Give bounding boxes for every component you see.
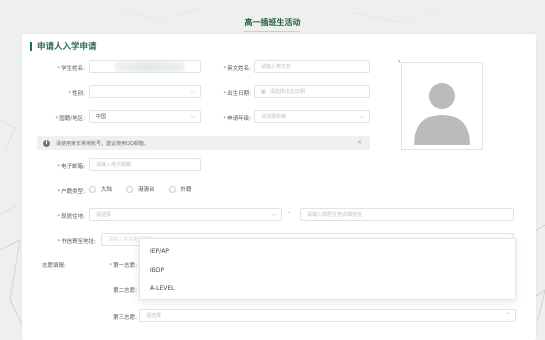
required-mark: * [109, 263, 113, 269]
chevron-down-icon: ⌵ [190, 113, 195, 120]
gender-select[interactable]: ⌵ [89, 85, 201, 98]
nationality-select[interactable]: 中国 ⌵ [89, 110, 201, 123]
photo-upload[interactable] [401, 62, 483, 150]
address-separator: - [288, 209, 291, 216]
pref2-label: 第二志愿: [113, 288, 137, 294]
student-name-label: *学生姓名: [57, 66, 85, 72]
preference-label: 志愿填报: [42, 263, 66, 269]
radio-circle[interactable] [168, 185, 176, 193]
english-name-input[interactable]: 请输入英文名 [254, 60, 370, 73]
chevron-down-icon: ⌵ [190, 88, 195, 95]
calendar-icon: ▦ [261, 88, 266, 95]
pref3-select[interactable]: 请选择 ⌃ [139, 309, 516, 322]
address-label: *现居住地: [57, 214, 85, 220]
required-mark: * [223, 116, 227, 122]
required-mark: * [57, 214, 61, 220]
avatar-placeholder-icon [414, 83, 470, 145]
address-detail-placeholder: 请输入现居住地详细地址 [307, 212, 363, 218]
pref3-label: 第三志愿: [113, 315, 137, 321]
section-accent-bar [30, 41, 32, 51]
dropdown-option-iep-ap[interactable]: IEP/AP [150, 248, 169, 255]
grade-label: *申请年级: [223, 116, 251, 122]
hukou-label: *户籍类型: [57, 189, 85, 195]
radio-circle[interactable] [89, 185, 96, 193]
required-mark: * [57, 66, 61, 72]
required-mark: * [55, 116, 59, 122]
radio-circle[interactable] [126, 185, 134, 193]
hukou-option-foreign[interactable]: 外籍 [168, 185, 192, 193]
birthdate-label: *出生日期: [223, 91, 251, 97]
notice-text: 请使用家长常用账号，建议使用QQ邮箱。 [56, 140, 149, 147]
birthdate-input[interactable]: ▦ 请选择出生日期 [254, 85, 370, 98]
nationality-label: *国籍/地区: [55, 116, 85, 122]
hukou-option-mainland[interactable]: 大陆 [89, 185, 112, 193]
close-icon[interactable]: × [357, 139, 362, 146]
chevron-down-icon: ⌵ [271, 211, 276, 218]
required-mark: * [223, 66, 227, 72]
email-notice: i 请使用家长常用账号，建议使用QQ邮箱。 × [37, 136, 370, 150]
english-name-placeholder: 请输入英文名 [261, 64, 292, 70]
dropdown-option-ibdp[interactable]: IBDP [150, 267, 164, 274]
pref3-placeholder: 请选择 [146, 313, 162, 319]
mail-address-label: *书信寄至地址: [57, 239, 96, 245]
required-mark: * [57, 239, 61, 245]
info-icon: i [43, 139, 50, 147]
required-mark: * [57, 164, 61, 170]
preference-dropdown: IEP/AP IBDP A-LEVEL [139, 238, 516, 300]
grade-placeholder: 请选择年级 [261, 114, 287, 120]
required-mark: * [223, 91, 227, 97]
nationality-value: 中国 [96, 114, 107, 120]
grade-select[interactable]: 请选择年级 ⌵ [254, 110, 370, 123]
english-name-label: *英文姓名: [223, 66, 251, 72]
section-header: 申请人入学申请 [30, 40, 97, 52]
hukou-radio-group: 大陆 港澳台 外籍 [89, 185, 206, 193]
gender-label: *性别: [68, 91, 85, 97]
birthdate-placeholder: 请选择出生日期 [269, 89, 305, 95]
address-detail-input[interactable]: 请输入现居住地详细地址 [300, 208, 514, 221]
student-name-value-redacted [115, 61, 185, 72]
email-input[interactable]: 请输入电子邮箱 [89, 158, 201, 171]
email-label: *电子邮箱: [57, 164, 85, 170]
title-underline [244, 31, 300, 32]
page-title: 高一插班生活动 [244, 18, 301, 27]
required-mark: * [57, 189, 61, 195]
hukou-option-hkmt[interactable]: 港澳台 [126, 185, 155, 193]
address-region-placeholder: 请选择 [96, 212, 112, 218]
dropdown-option-a-level[interactable]: A-LEVEL [150, 285, 175, 292]
chevron-up-icon: ⌃ [504, 312, 510, 319]
address-region-select[interactable]: 请选择 ⌵ [89, 208, 282, 221]
required-mark: * [68, 91, 72, 97]
chevron-down-icon: ⌵ [359, 113, 364, 120]
pref1-label: *第一志愿: [109, 263, 137, 269]
email-placeholder: 请输入电子邮箱 [96, 162, 132, 168]
section-title: 申请人入学申请 [37, 42, 97, 52]
